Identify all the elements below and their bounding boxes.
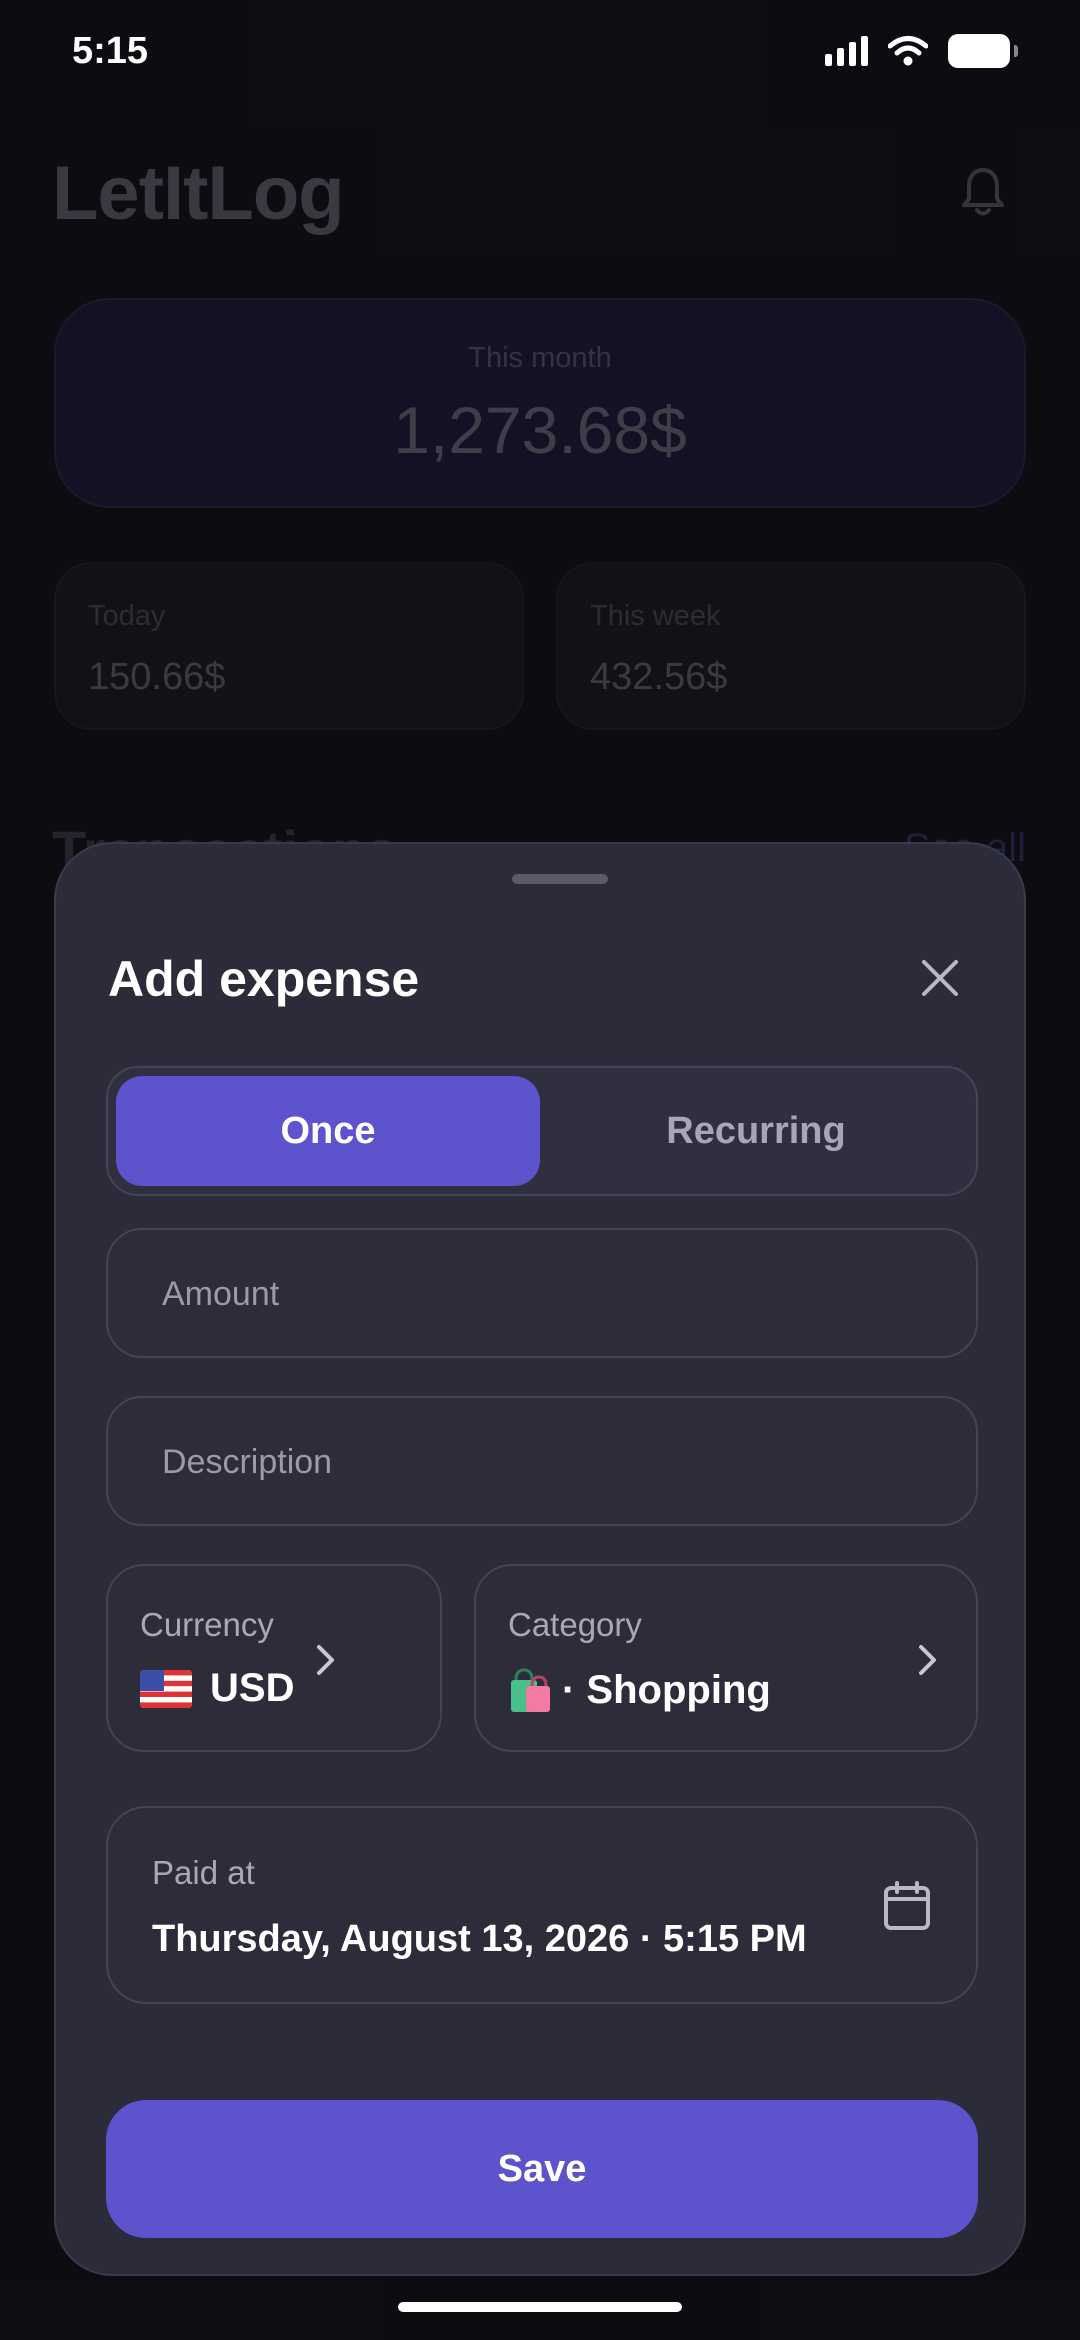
currency-picker[interactable]: Currency USD	[106, 1564, 442, 1752]
add-expense-sheet: Add expense Once Recurring Currency USD	[54, 842, 1026, 2276]
shopping-bags-icon	[511, 1668, 550, 1712]
home-indicator[interactable]	[398, 2302, 682, 2312]
paid-at-value: Thursday, August 13, 2026 · 5:15 PM	[152, 1918, 807, 1960]
amount-field-container	[106, 1228, 978, 1358]
chevron-right-icon	[919, 1645, 936, 1675]
tab-recurring[interactable]: Recurring	[544, 1076, 968, 1186]
category-picker[interactable]: Category · Shopping	[474, 1564, 978, 1752]
close-icon[interactable]	[918, 956, 962, 1000]
paid-at-picker[interactable]: Paid at Thursday, August 13, 2026 · 5:15…	[106, 1806, 978, 2004]
description-input[interactable]	[160, 1398, 924, 1526]
us-flag-icon	[140, 1669, 192, 1708]
currency-value-row: USD	[140, 1666, 294, 1711]
currency-label: Currency	[140, 1606, 274, 1643]
sheet-title: Add expense	[108, 951, 420, 1007]
currency-value: USD	[210, 1666, 295, 1710]
calendar-icon[interactable]	[882, 1880, 932, 1932]
wifi-icon	[888, 36, 928, 66]
category-value-row: · Shopping	[508, 1666, 771, 1714]
status-icons	[825, 34, 1018, 68]
status-time: 5:15	[72, 30, 149, 72]
description-field-container	[106, 1396, 978, 1526]
cellular-signal-icon	[825, 36, 868, 66]
chevron-right-icon	[317, 1645, 334, 1675]
category-label: Category	[508, 1606, 642, 1643]
battery-icon	[948, 34, 1018, 68]
status-bar: 5:15	[0, 0, 1080, 110]
amount-input[interactable]	[160, 1230, 924, 1358]
frequency-toggle: Once Recurring	[106, 1066, 978, 1196]
save-button[interactable]: Save	[106, 2100, 978, 2238]
tab-once[interactable]: Once	[116, 1076, 540, 1186]
category-value: · Shopping	[562, 1667, 771, 1712]
paid-at-label: Paid at	[152, 1854, 255, 1891]
sheet-grabber[interactable]	[512, 874, 608, 884]
